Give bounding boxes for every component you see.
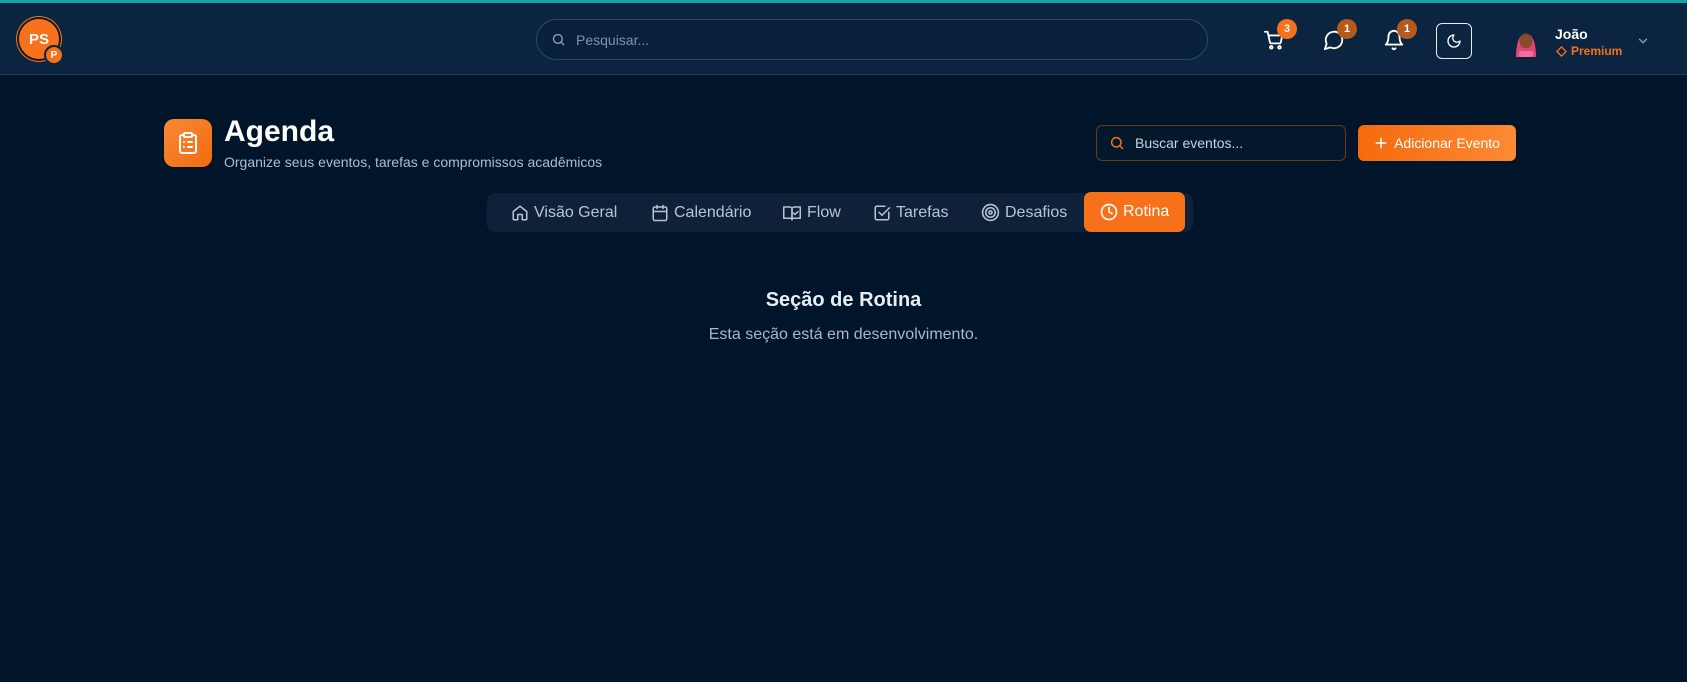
add-event-label: Adicionar Evento	[1394, 135, 1500, 151]
event-search-input[interactable]	[1135, 135, 1335, 151]
avatar[interactable]	[1512, 27, 1540, 57]
notifications-badge: 1	[1397, 19, 1417, 39]
cart-button[interactable]: 3	[1261, 19, 1297, 53]
plus-icon	[1375, 137, 1387, 149]
target-icon	[981, 203, 1000, 222]
global-search-input[interactable]	[576, 31, 1176, 48]
event-search[interactable]	[1096, 125, 1346, 161]
notifications-button[interactable]: 1	[1381, 19, 1417, 53]
avatar-image	[1516, 33, 1536, 57]
section-description: Esta seção está em desenvolvimento.	[708, 326, 979, 343]
tab-tarefas[interactable]: Tarefas	[873, 193, 948, 232]
section-title: Seção de Rotina	[765, 289, 922, 311]
user-name: João	[1555, 26, 1588, 42]
tab-rotina[interactable]: Rotina	[1084, 192, 1186, 232]
user-plan-label: Premium	[1571, 44, 1623, 58]
tab-label: Desafios	[1005, 203, 1068, 221]
diamond-icon	[1556, 45, 1567, 57]
tab-calendario[interactable]: Calendário	[651, 193, 751, 232]
search-icon	[552, 33, 565, 46]
moon-icon	[1447, 34, 1461, 48]
agenda-tabs: Visão Geral Calendário Flow Tarefas Desa…	[487, 192, 1193, 232]
chevron-down-icon	[1638, 38, 1648, 44]
tab-label: Calendário	[674, 203, 752, 221]
agenda-icon-box	[164, 119, 212, 167]
tab-flow[interactable]: Flow	[782, 193, 841, 232]
tab-desafios[interactable]: Desafios	[981, 193, 1067, 232]
tab-label: Flow	[807, 203, 841, 221]
messages-button[interactable]: 1	[1321, 19, 1357, 53]
user-plan: Premium	[1556, 44, 1622, 58]
theme-toggle-button[interactable]	[1436, 23, 1472, 59]
user-menu-toggle[interactable]	[1636, 34, 1650, 53]
calendar-icon	[652, 204, 668, 221]
global-search[interactable]	[536, 19, 1208, 60]
top-header: PS P 3 1 1 João Premium	[0, 3, 1687, 75]
add-event-button[interactable]: Adicionar Evento	[1358, 125, 1516, 161]
page-subtitle: Organize seus eventos, tarefas e comprom…	[224, 154, 603, 170]
logo-text: PS	[28, 30, 49, 48]
cart-badge: 3	[1277, 19, 1297, 39]
tab-visao-geral[interactable]: Visão Geral	[511, 193, 617, 232]
page-title: Agenda	[224, 115, 335, 148]
messages-badge: 1	[1337, 19, 1357, 39]
clock-icon	[1100, 203, 1118, 221]
checkbox-icon	[874, 205, 891, 220]
tab-label: Visão Geral	[534, 203, 618, 221]
home-icon	[512, 205, 528, 220]
search-icon	[1110, 136, 1124, 150]
tab-label: Rotina	[1123, 203, 1170, 220]
clipboard-list-icon	[179, 132, 197, 154]
book-check-icon	[783, 205, 801, 220]
logo-badge: P	[44, 45, 64, 65]
tab-label: Tarefas	[896, 203, 949, 221]
